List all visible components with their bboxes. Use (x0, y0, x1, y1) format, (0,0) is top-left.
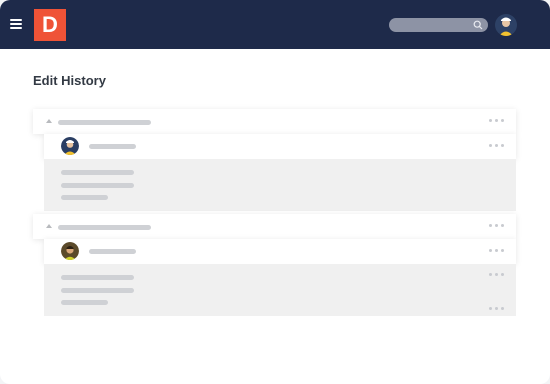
app-logo[interactable]: D (34, 9, 66, 41)
entry-details (44, 159, 516, 211)
search-input[interactable] (389, 18, 488, 32)
detail-line-placeholder (61, 300, 108, 305)
more-options-icon[interactable] (489, 273, 507, 277)
detail-line-placeholder (61, 170, 134, 175)
entry-author-placeholder (89, 249, 136, 254)
group-title-placeholder (58, 120, 151, 125)
detail-line-placeholder (61, 275, 134, 280)
collapse-caret-icon[interactable] (46, 119, 52, 123)
history-entry[interactable] (44, 239, 516, 264)
search-icon[interactable] (473, 20, 483, 30)
page-title: Edit History (33, 73, 106, 88)
more-options-icon[interactable] (489, 119, 507, 123)
more-options-icon[interactable] (489, 144, 507, 148)
more-options-icon[interactable] (489, 224, 507, 228)
avatar (61, 242, 79, 260)
collapse-caret-icon[interactable] (46, 224, 52, 228)
group-title-placeholder (58, 225, 151, 230)
detail-line-placeholder (61, 288, 134, 293)
history-entry[interactable] (44, 134, 516, 159)
entry-author-placeholder (89, 144, 136, 149)
user-avatar[interactable] (495, 14, 517, 36)
avatar (61, 137, 79, 155)
app-window: D Edit History (0, 0, 550, 384)
hamburger-icon[interactable] (10, 19, 22, 29)
more-options-icon[interactable] (489, 249, 507, 253)
more-options-icon[interactable] (489, 307, 507, 311)
history-group-header[interactable] (33, 109, 516, 134)
detail-line-placeholder (61, 183, 134, 188)
entry-details (44, 264, 516, 316)
top-navbar: D (0, 0, 550, 49)
history-group-header[interactable] (33, 214, 516, 239)
detail-line-placeholder (61, 195, 108, 200)
